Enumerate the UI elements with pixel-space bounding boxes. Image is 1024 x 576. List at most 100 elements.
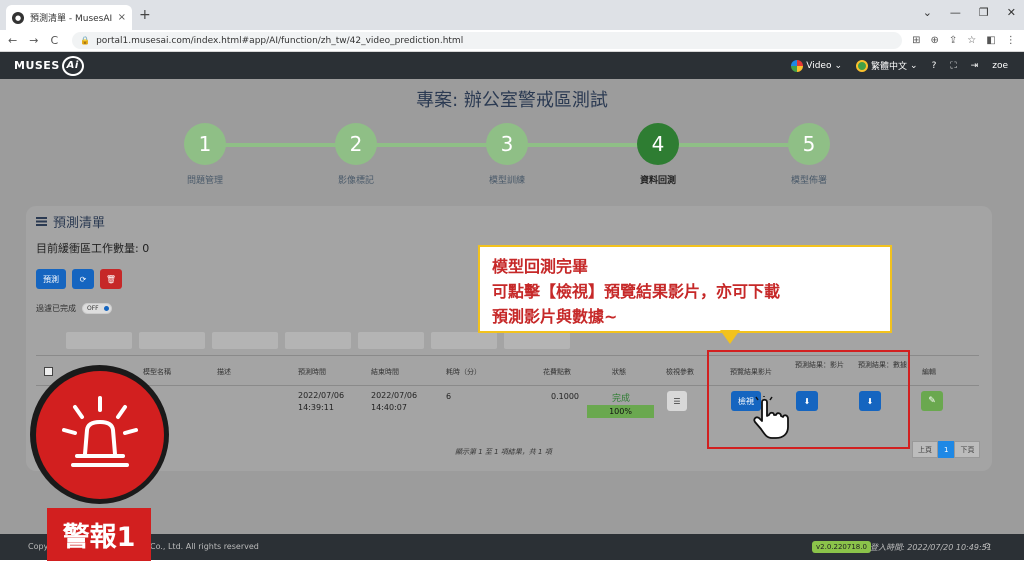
th-description[interactable]: 描述 [217,368,231,377]
header-actions: Video ⌄ 繁體中文 ⌄ ? ⛶ ⇥ zoe [791,59,1008,72]
cell-pred-clock: 14:39:11 [298,403,334,412]
window-controls: ⌄ — ❐ ✕ [923,6,1016,19]
forward-arrow-icon[interactable]: → [29,34,38,47]
pointer-hand-icon [753,396,789,439]
page-1-button[interactable]: 1 [938,441,955,458]
sidepanel-icon[interactable]: ◧ [986,35,995,46]
alarm-label: 警報1 [47,508,151,561]
column-search-input[interactable] [212,332,278,349]
step-circle: 5 [788,123,830,165]
language-menu[interactable]: 繁體中文 ⌄ [856,59,918,72]
logo-ai-badge: Ai [61,55,84,76]
delete-icon[interactable]: 🗑 [100,269,122,289]
share-icon[interactable]: ⇪ [949,35,957,46]
user-name[interactable]: zoe [992,61,1008,71]
alarm-inner [35,370,164,499]
tab-close-icon[interactable]: × [118,12,126,23]
video-icon [791,59,804,72]
th-model-name[interactable]: 模型名稱 [143,368,171,377]
step-image-labeling[interactable]: 2 影像標記 [306,123,406,186]
bookmark-star-icon[interactable]: ☆ [967,35,976,46]
edit-pencil-icon[interactable]: ✎ [921,391,943,411]
callout-line-3: 預測影片與數據~ [492,307,618,326]
browser-tab[interactable]: ● 預測清單 - MusesAI × [6,5,132,30]
step-data-backtest[interactable]: 4 資料回測 [608,123,708,186]
progress-bar: 100% [587,405,654,418]
th-view-params[interactable]: 檢視參數 [666,368,694,377]
menu-dots-icon[interactable]: ⋮ [1006,35,1016,46]
list-icon [36,217,47,226]
th-edit[interactable]: 編輯 [922,368,936,377]
logout-icon[interactable]: ⇥ [971,61,979,71]
help-icon[interactable]: ? [932,61,937,71]
close-window-button[interactable]: ✕ [1007,6,1016,19]
step-label: 影像標記 [337,176,374,186]
clock-icon: ⊙ [984,541,991,550]
column-search-input[interactable] [285,332,351,349]
step-model-deployment[interactable]: 5 模型佈署 [759,123,859,186]
pagination: 上頁 1 下頁 [912,441,981,458]
language-icon [856,59,869,72]
action-buttons: 預測 ⟳ 🗑 [36,269,122,289]
address-bar: ← → C 🔒 portal1.musesai.com/index.html#a… [0,30,1024,52]
column-search-input[interactable] [358,332,424,349]
column-search-row [66,332,570,349]
cell-end-clock: 14:40:07 [371,403,407,412]
copyright-prefix: Copy [28,542,49,551]
zoom-icon[interactable]: ⊕ [931,35,939,46]
select-all-checkbox[interactable] [44,367,53,376]
minimize-button[interactable]: — [950,6,961,19]
fullscreen-icon[interactable]: ⛶ [950,61,956,71]
column-search-input[interactable] [504,332,570,349]
column-search-input[interactable] [431,332,497,349]
th-duration[interactable]: 耗時（分） [446,368,481,377]
step-label: 問題管理 [186,176,223,186]
th-end-time[interactable]: 結束時間 [371,368,399,377]
tutorial-callout: 模型回測完畢 可點擊【檢視】預覽結果影片，亦可下載 預測影片與數據~ [478,245,892,333]
alarm-badge [30,365,169,504]
step-model-training[interactable]: 3 模型訓練 [457,123,557,186]
lock-icon: 🔒 [80,36,91,45]
callout-line-1: 模型回測完畢 [492,257,589,276]
musesai-logo[interactable]: MUSES Ai [14,55,84,76]
favicon-icon: ● [12,11,24,24]
step-circle: 4 [637,123,679,165]
version-badge: v2.0.220718.0 [812,541,871,553]
step-circle: 3 [486,123,528,165]
step-label: 模型訓練 [488,176,525,186]
video-menu[interactable]: Video ⌄ [791,59,842,72]
column-search-input[interactable] [139,332,205,349]
progress-label: 100% [609,407,632,416]
cell-points: 0.1000 [551,392,579,401]
cell-duration: 6 [446,392,452,401]
queue-count: 目前緩衝區工作數量: 0 [36,242,150,255]
url-text: portal1.musesai.com/index.html#app/AI/fu… [96,35,464,46]
column-search-input[interactable] [66,332,132,349]
reload-icon[interactable]: C [50,34,58,47]
video-label: Video [806,60,832,71]
new-tab-button[interactable]: + [139,7,151,23]
tab-title: 預測清單 - MusesAI [30,14,113,24]
next-page-button[interactable]: 下頁 [954,441,981,458]
logo-text: MUSES [14,59,60,72]
filter-completed: 過濾已完成 OFF [36,303,112,314]
step-problem-management[interactable]: 1 問題管理 [155,123,255,186]
browser-tab-bar: ● 預測清單 - MusesAI × + ⌄ — ❐ ✕ [0,0,1024,30]
step-label: 資料回測 [639,176,676,186]
view-params-icon[interactable]: ☰ [667,391,687,411]
back-arrow-icon[interactable]: ← [8,34,17,47]
translate-icon[interactable]: ⊞ [912,35,920,46]
callout-line-2: 可點擊【檢視】預覽結果影片，亦可下載 [492,282,781,301]
restore-button[interactable]: ❐ [979,6,989,19]
th-points[interactable]: 花費點數 [543,368,571,377]
refresh-icon[interactable]: ⟳ [72,269,94,289]
th-status[interactable]: 狀態 [612,368,626,377]
callout-pointer [720,330,740,344]
toggle-knob [104,306,109,311]
prev-page-button[interactable]: 上頁 [912,441,938,458]
th-prediction-time[interactable]: 預測時間 [298,368,326,377]
url-field[interactable]: 🔒 portal1.musesai.com/index.html#app/AI/… [72,32,903,49]
tab-search-icon[interactable]: ⌄ [923,6,932,19]
predict-button[interactable]: 預測 [36,269,66,289]
filter-toggle[interactable]: OFF [82,303,112,314]
